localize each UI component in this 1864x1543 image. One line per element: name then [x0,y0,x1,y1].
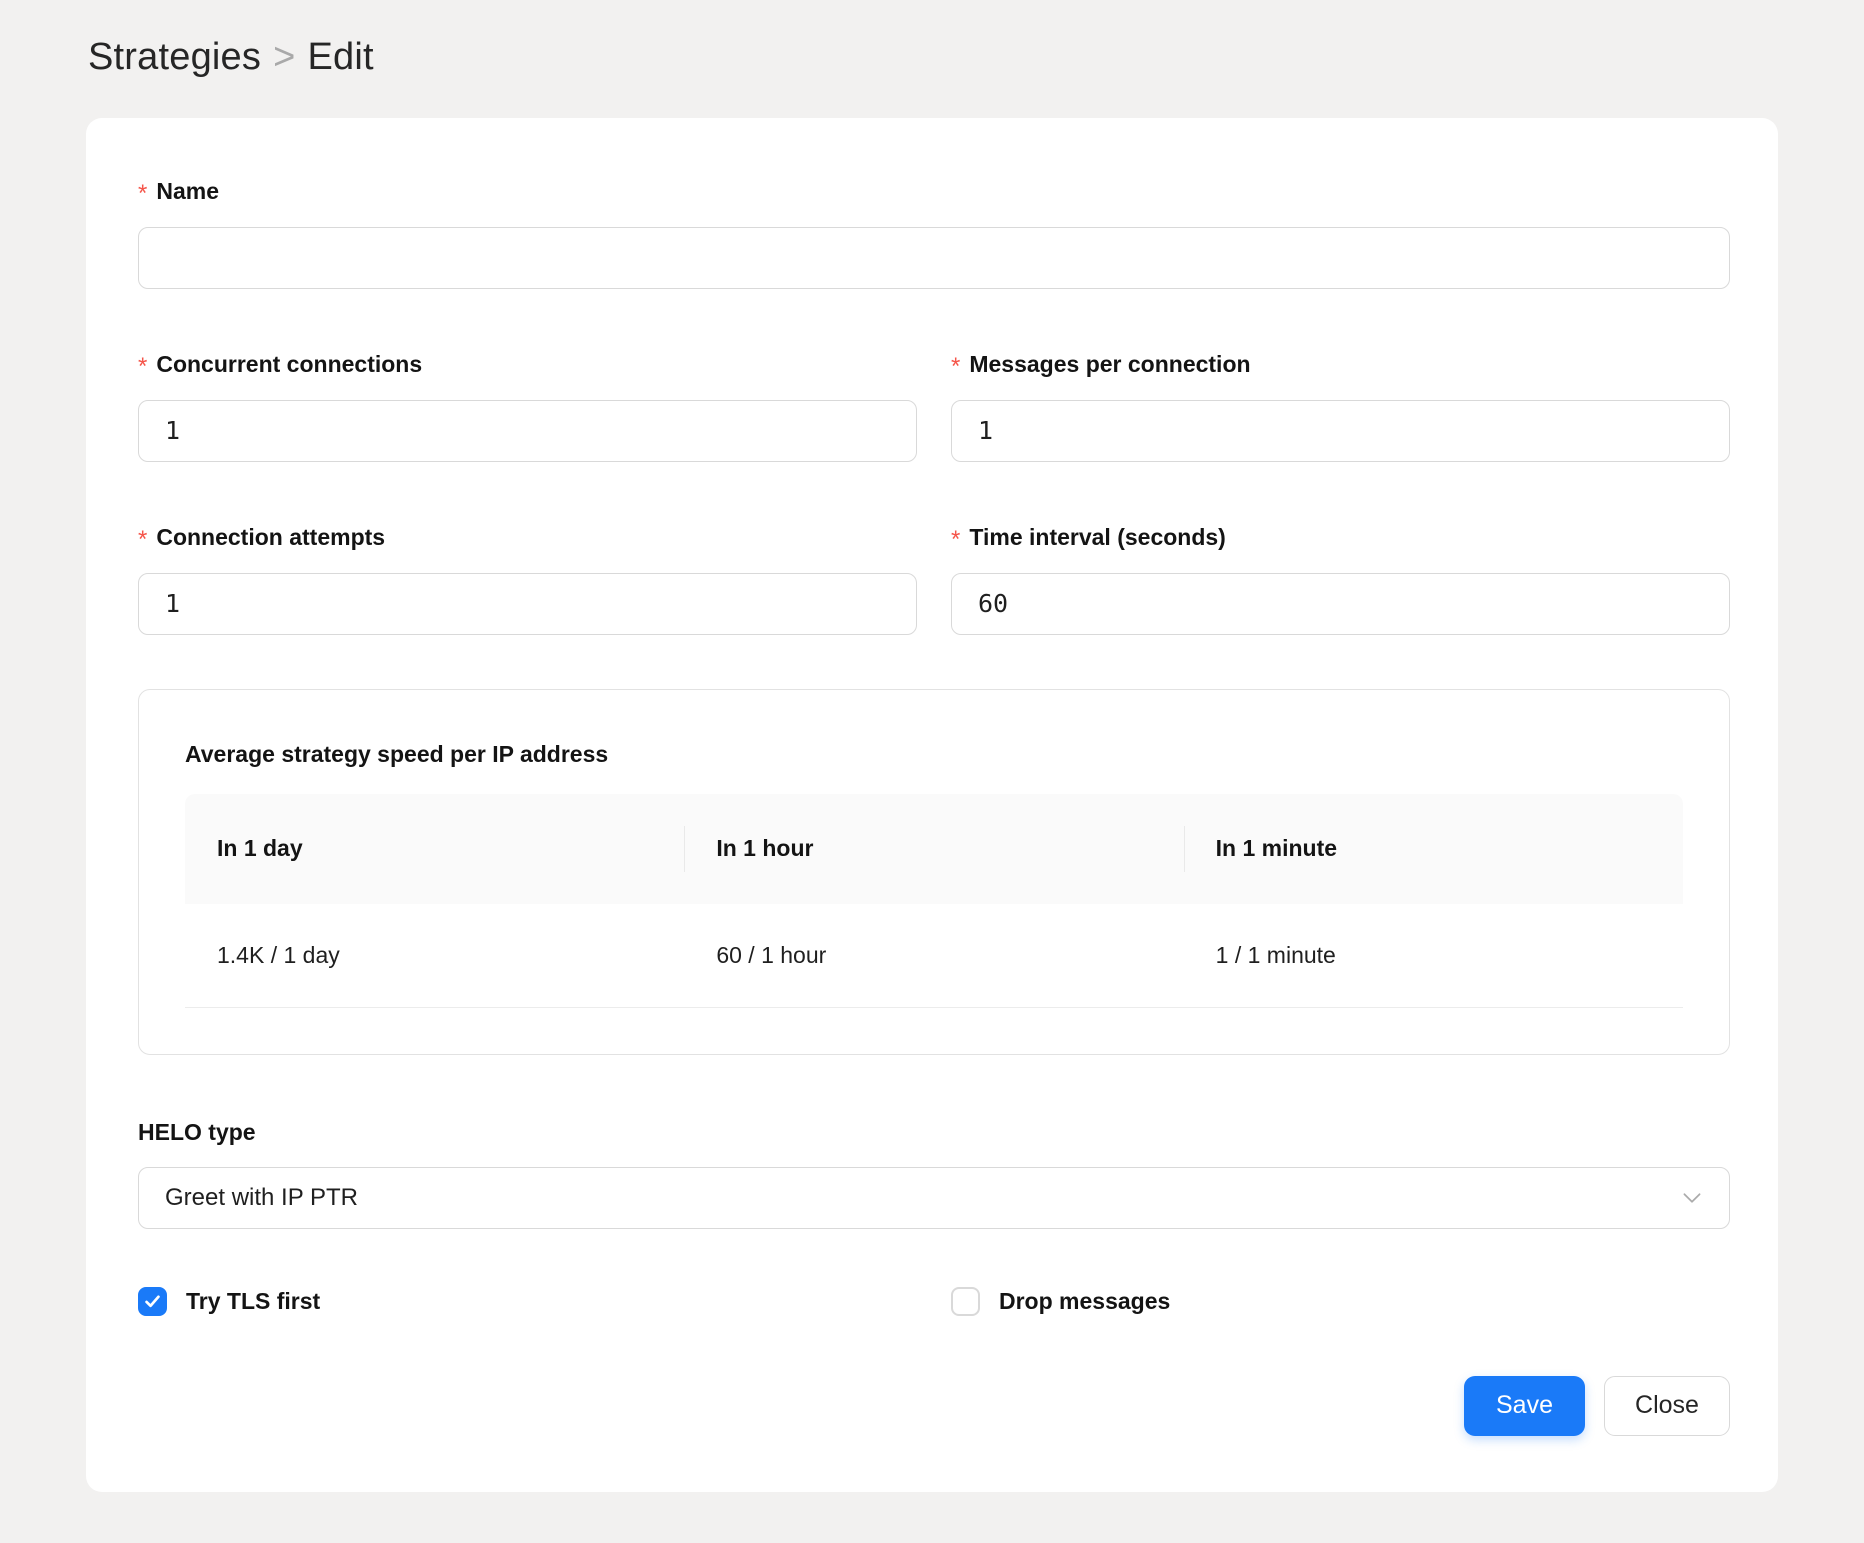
required-asterisk: * [138,181,147,207]
breadcrumb: Strategies > Edit [0,0,1864,82]
speed-value-per-minute: 1 / 1 minute [1184,942,1683,969]
breadcrumb-strategies[interactable]: Strategies [88,36,261,78]
close-button[interactable]: Close [1604,1376,1730,1436]
name-input[interactable] [138,227,1730,289]
helo-type-selected-value: Greet with IP PTR [165,1184,358,1212]
try-tls-first-checkbox-item[interactable]: Try TLS first [138,1287,917,1316]
connection-attempts-input[interactable] [138,573,917,635]
name-label: * Name [138,178,1730,205]
name-label-text: Name [156,178,219,204]
helo-type-field: HELO type Greet with IP PTR [138,1119,1730,1229]
concurrent-connections-field: * Concurrent connections [138,351,917,462]
chevron-down-icon [1679,1185,1705,1211]
try-tls-first-checkbox[interactable] [138,1287,167,1316]
required-asterisk: * [138,354,147,380]
speed-header-in-1-hour: In 1 hour [684,835,1183,862]
messages-per-connection-label: * Messages per connection [951,351,1730,378]
speed-header-in-1-minute: In 1 minute [1184,835,1683,862]
helo-type-select[interactable]: Greet with IP PTR [138,1167,1730,1229]
speed-table-value-row: 1.4K / 1 day 60 / 1 hour 1 / 1 minute [185,904,1683,1008]
time-interval-label-text: Time interval (seconds) [969,524,1226,550]
save-button[interactable]: Save [1464,1376,1585,1436]
helo-type-label: HELO type [138,1119,1730,1145]
drop-messages-checkbox-item[interactable]: Drop messages [951,1287,1730,1316]
strategy-edit-card: * Name * Concurrent connections * Messag… [86,118,1778,1492]
average-speed-title: Average strategy speed per IP address [185,740,1683,768]
connection-attempts-label: * Connection attempts [138,524,917,551]
breadcrumb-edit: Edit [308,36,374,78]
concurrent-connections-label: * Concurrent connections [138,351,917,378]
drop-messages-label: Drop messages [999,1288,1170,1315]
messages-per-connection-label-text: Messages per connection [969,351,1250,377]
speed-value-per-hour: 60 / 1 hour [684,942,1183,969]
required-asterisk: * [951,354,960,380]
required-asterisk: * [138,527,147,553]
drop-messages-checkbox[interactable] [951,1287,980,1316]
average-speed-panel: Average strategy speed per IP address In… [138,689,1730,1055]
helo-type-label-text: HELO type [138,1119,256,1145]
average-speed-table: In 1 day In 1 hour In 1 minute 1.4K / 1 … [185,794,1683,1008]
try-tls-first-label: Try TLS first [186,1288,320,1315]
checkmark-icon [143,1292,162,1311]
concurrent-connections-label-text: Concurrent connections [156,351,422,377]
form-actions: Save Close [138,1376,1730,1436]
messages-per-connection-field: * Messages per connection [951,351,1730,462]
connection-attempts-field: * Connection attempts [138,524,917,635]
time-interval-field: * Time interval (seconds) [951,524,1730,635]
required-asterisk: * [951,527,960,553]
speed-header-in-1-day: In 1 day [185,835,684,862]
concurrent-connections-input[interactable] [138,400,917,462]
time-interval-input[interactable] [951,573,1730,635]
speed-table-header-row: In 1 day In 1 hour In 1 minute [185,794,1683,904]
speed-value-per-day: 1.4K / 1 day [185,942,684,969]
connection-attempts-label-text: Connection attempts [156,524,385,550]
messages-per-connection-input[interactable] [951,400,1730,462]
breadcrumb-separator: > [273,36,295,78]
time-interval-label: * Time interval (seconds) [951,524,1730,551]
name-field: * Name [138,178,1730,289]
